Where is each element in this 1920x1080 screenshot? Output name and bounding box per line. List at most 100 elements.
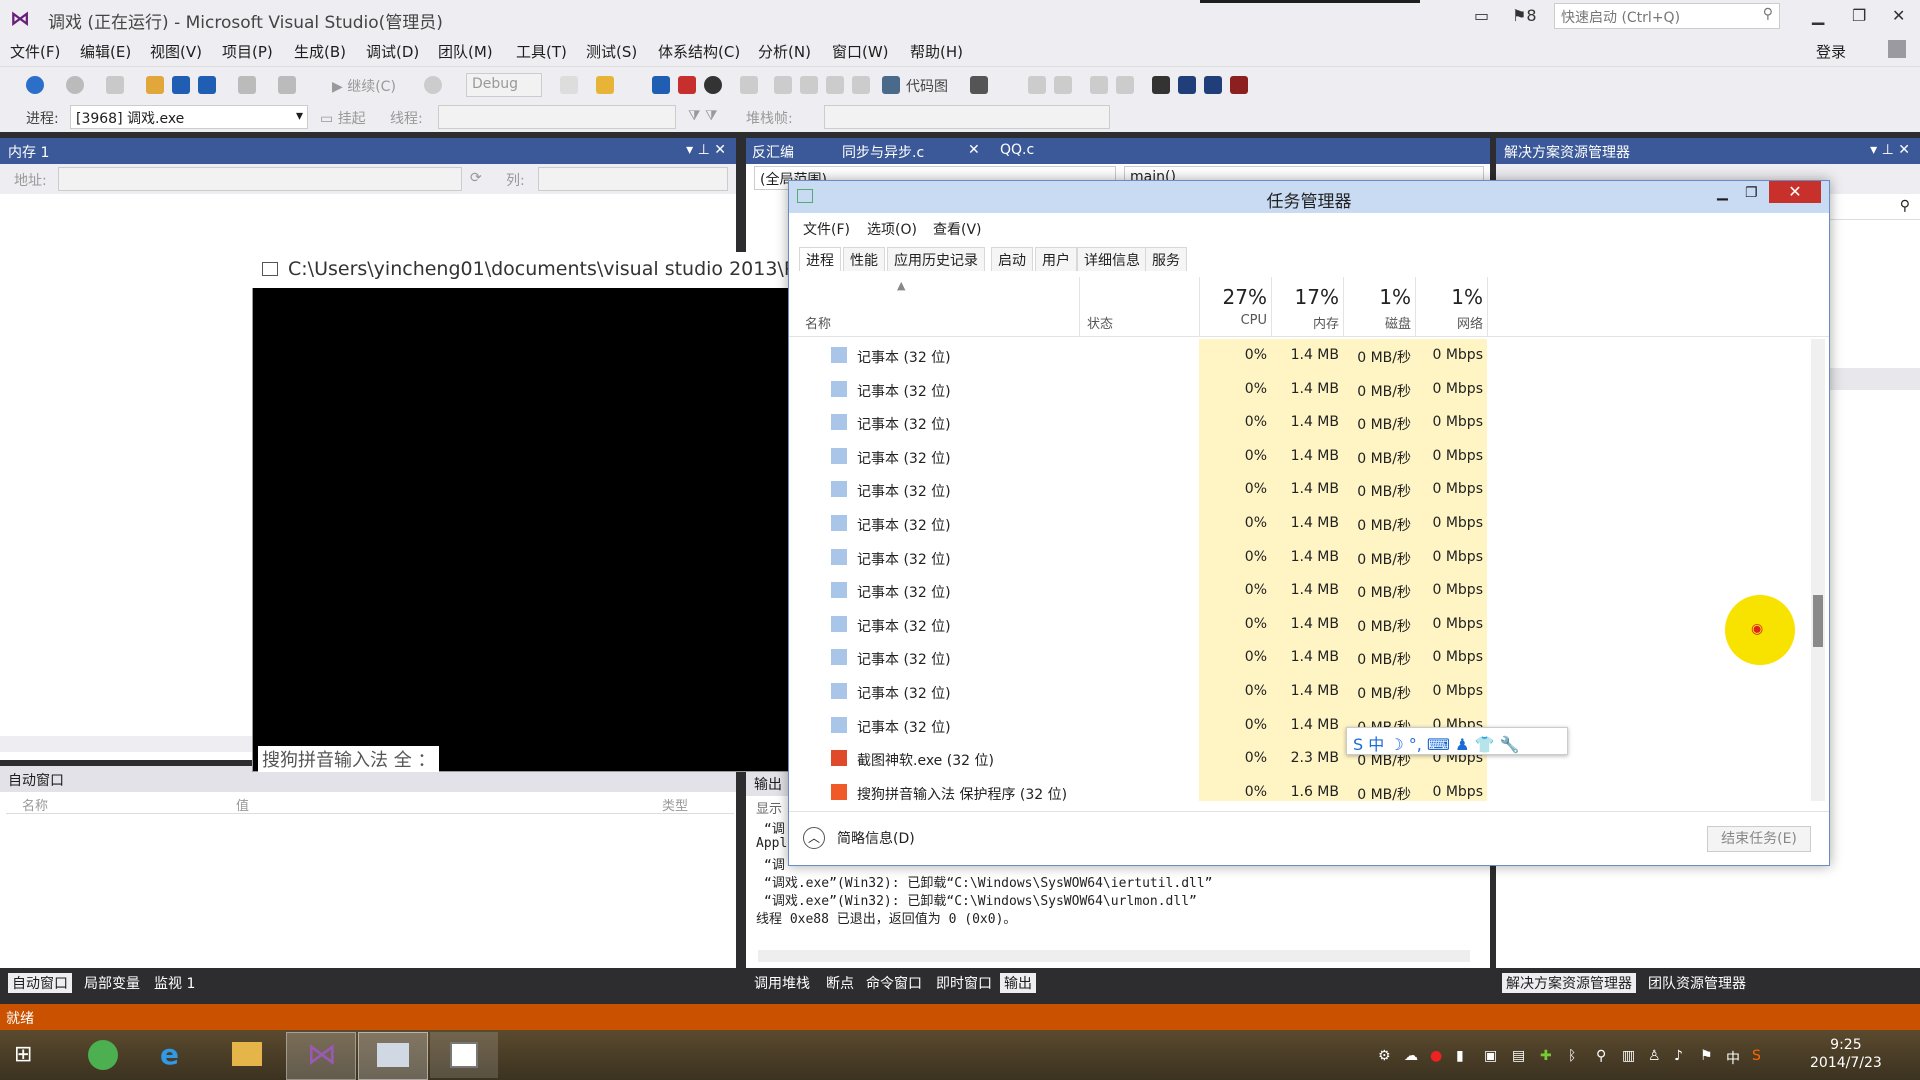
menu-tools[interactable]: 工具(T) <box>516 41 567 62</box>
col-header-status[interactable]: 状态 <box>1087 313 1113 332</box>
process-row[interactable]: 记事本 (32 位) 0% 1.4 MB 0 MB/秒 0 Mbps <box>789 506 1809 541</box>
menu-test[interactable]: 测试(S) <box>586 41 637 62</box>
platform-icon[interactable] <box>560 76 578 94</box>
menu-view[interactable]: 视图(V) <box>150 41 202 62</box>
tab-team-explorer[interactable]: 团队资源管理器 <box>1644 973 1750 993</box>
tab-locals[interactable]: 局部变量 <box>80 973 144 993</box>
process-row[interactable]: 记事本 (32 位) 0% 1.4 MB 0 MB/秒 0 Mbps <box>789 607 1809 642</box>
menu-edit[interactable]: 编辑(E) <box>80 41 131 62</box>
process-row[interactable]: 记事本 (32 位) 0% 1.4 MB 0 MB/秒 0 Mbps <box>789 574 1809 608</box>
tab-breakpoints[interactable]: 断点 <box>822 973 858 993</box>
menu-debug[interactable]: 调试(D) <box>366 41 419 62</box>
login-link[interactable]: 登录 <box>1816 41 1846 62</box>
continue-button[interactable]: ▶ 继续(C) <box>332 76 396 96</box>
step-back-icon[interactable] <box>852 76 870 94</box>
taskbar-console[interactable] <box>430 1032 498 1078</box>
process-select[interactable]: [3968] 调戏.exe ▾ <box>70 105 308 129</box>
tray-device-icon[interactable]: ▮ <box>1456 1048 1464 1064</box>
process-row[interactable]: 记事本 (32 位) 0% 1.4 MB 0 MB/秒 0 Mbps <box>789 540 1809 575</box>
bookmark-icon[interactable] <box>1152 76 1170 94</box>
filter-icon[interactable]: ⧩ ⧩ <box>688 108 717 124</box>
comment-icon[interactable] <box>1090 76 1108 94</box>
taskbar-app-360[interactable] <box>70 1032 138 1078</box>
bluetooth-icon[interactable]: ᛒ <box>1568 1048 1576 1064</box>
col-header-memory[interactable]: 内存 <box>1271 313 1339 332</box>
config-select[interactable]: Debug <box>466 73 542 97</box>
menu-window[interactable]: 窗口(W) <box>832 41 889 62</box>
code-map-button[interactable]: 代码图 <box>906 76 948 96</box>
tab-solution-explorer[interactable]: 解决方案资源管理器 <box>1502 973 1636 993</box>
restart-icon[interactable] <box>424 76 442 94</box>
tray-monitor-icon[interactable]: ▣ <box>1484 1048 1497 1064</box>
tm-close-button[interactable]: ✕ <box>1769 181 1821 203</box>
find-icon[interactable] <box>596 76 614 94</box>
step-over-icon[interactable] <box>800 76 818 94</box>
tm-minimize-button[interactable]: ▁ <box>1717 185 1728 201</box>
tab-sync-async-c[interactable]: 同步与异步.c <box>842 142 924 162</box>
tm-menu-options[interactable]: 选项(O) <box>867 219 917 239</box>
tab-immediate-window[interactable]: 即时窗口 <box>932 973 996 993</box>
save-all-icon[interactable] <box>198 76 216 94</box>
taskbar-visual-studio[interactable]: ⋈ <box>286 1032 356 1080</box>
uncomment-icon[interactable] <box>1116 76 1134 94</box>
process-row[interactable]: 记事本 (32 位) 0% 1.4 MB 0 MB/秒 0 Mbps <box>789 372 1809 407</box>
tab-watch1[interactable]: 监视 1 <box>150 973 199 993</box>
process-row[interactable]: 记事本 (32 位) 0% 1.4 MB 0 MB/秒 0 Mbps <box>789 473 1809 507</box>
taskbar-ie[interactable]: e <box>140 1032 208 1078</box>
tab-command-window[interactable]: 命令窗口 <box>862 973 926 993</box>
close-button[interactable]: ✕ <box>1892 6 1905 25</box>
menu-team[interactable]: 团队(M) <box>438 41 493 62</box>
menu-architecture[interactable]: 体系结构(C) <box>658 41 740 62</box>
menu-file[interactable]: 文件(F) <box>10 41 60 62</box>
tm-tab-performance[interactable]: 性能 <box>843 247 885 271</box>
next-bookmark-icon[interactable] <box>1204 76 1222 94</box>
undo-icon[interactable] <box>238 76 256 94</box>
clear-bookmarks-icon[interactable] <box>1230 76 1248 94</box>
fewer-details-link[interactable]: 简略信息(D) <box>837 828 915 848</box>
stack-frame-select[interactable] <box>824 105 1110 129</box>
maximize-button[interactable]: ❐ <box>1852 6 1866 25</box>
notification-flag-icon[interactable]: ⚑8 <box>1512 6 1537 25</box>
minimize-button[interactable]: ▁ <box>1812 6 1824 25</box>
col-header-name[interactable]: 名称 <box>805 313 831 332</box>
tray-shield-icon[interactable]: ⚙ <box>1378 1048 1391 1064</box>
step-into-icon[interactable] <box>774 76 792 94</box>
restart-debug-icon[interactable] <box>704 76 722 94</box>
volume-icon[interactable]: ♪ <box>1674 1048 1683 1064</box>
feedback-icon[interactable]: ▭ <box>1474 6 1489 25</box>
menu-analyze[interactable]: 分析(N) <box>758 41 811 62</box>
show-next-statement-icon[interactable] <box>740 76 758 94</box>
tray-cloud-icon[interactable]: ☁ <box>1404 1048 1418 1064</box>
tm-tab-details[interactable]: 详细信息 <box>1077 247 1147 271</box>
tm-maximize-button[interactable]: ❐ <box>1745 185 1758 201</box>
tm-tab-users[interactable]: 用户 <box>1035 247 1077 271</box>
process-row[interactable]: 搜狗拼音输入法 保护程序 (32 位) 0% 1.6 MB 0 MB/秒 0 Mbps <box>789 775 1809 801</box>
tm-tab-startup[interactable]: 启动 <box>991 247 1033 271</box>
column-select[interactable] <box>538 167 728 191</box>
action-center-flag-icon[interactable]: ⚑ <box>1700 1048 1713 1064</box>
tab-output[interactable]: 输出 <box>1000 973 1036 993</box>
tab-disassembly[interactable]: 反汇编 <box>752 142 794 162</box>
sogou-ime-toolbar[interactable]: S 中 ☽ °, ⌨ ♟ 👕 🔧 <box>1346 727 1568 755</box>
prev-bookmark-icon[interactable] <box>1178 76 1196 94</box>
process-row[interactable]: 记事本 (32 位) 0% 1.4 MB 0 MB/秒 0 Mbps <box>789 674 1809 709</box>
tab-call-stack[interactable]: 调用堆栈 <box>750 973 814 993</box>
tray-record-icon[interactable]: ● <box>1430 1048 1442 1064</box>
forward-icon[interactable] <box>66 76 84 94</box>
console-window[interactable] <box>252 252 792 772</box>
indent-icon[interactable] <box>1028 76 1046 94</box>
tray-360-icon[interactable]: ✚ <box>1540 1048 1552 1064</box>
col-header-disk[interactable]: 磁盘 <box>1343 313 1411 332</box>
suspend-button[interactable]: ▭ 挂起 <box>320 108 366 128</box>
tray-sync-icon[interactable]: ⚲ <box>1596 1048 1606 1064</box>
pane-controls[interactable]: ▾ ⊥ ✕ <box>686 142 726 158</box>
taskbar-clock[interactable]: 9:25 2014/7/23 <box>1810 1036 1882 1072</box>
taskbar-explorer[interactable] <box>212 1032 280 1078</box>
network-icon[interactable]: ▥ <box>1622 1048 1635 1064</box>
sogou-tray-icon[interactable]: S <box>1752 1048 1761 1064</box>
tray-app-icon[interactable]: ▤ <box>1512 1048 1525 1064</box>
stop-icon[interactable] <box>678 76 696 94</box>
tab-autos[interactable]: 自动窗口 <box>8 973 72 993</box>
tray-user-icon[interactable]: ♙ <box>1648 1048 1661 1064</box>
process-row[interactable]: 记事本 (32 位) 0% 1.4 MB 0 MB/秒 0 Mbps <box>789 641 1809 675</box>
